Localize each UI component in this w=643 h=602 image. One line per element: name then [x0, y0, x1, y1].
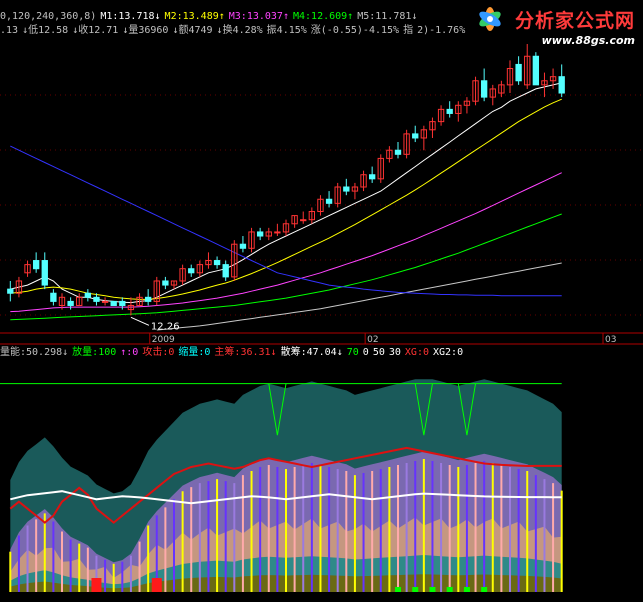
signal-marker: [429, 587, 436, 592]
watermark-title: 分析家公式网: [514, 10, 635, 32]
low-annotation-label: 12.26: [151, 321, 180, 332]
chart-stage: 2009 02 03 12.26: [0, 44, 643, 592]
ma-line-m1: [10, 82, 562, 304]
quote-header: .13 ↓低12.58 ↓收12.71 ↓量36960 ↓额4749 ↓换4.28% 振4.…: [0, 24, 469, 37]
indicator-value-2: ↑:0: [120, 347, 139, 358]
candle-body: [515, 63, 522, 82]
signal-marker: [395, 587, 401, 592]
watermark-logo: [479, 7, 501, 31]
candle-body: [188, 268, 195, 274]
indicator-value-8: 0: [362, 347, 369, 358]
candle-body: [480, 80, 488, 98]
candle-body: [93, 296, 100, 302]
signal-marker: [446, 587, 453, 592]
candle-body: [101, 300, 109, 303]
candle-body: [222, 264, 229, 278]
candle-body: [300, 219, 307, 222]
candle-body: [239, 243, 247, 249]
indicator-value-9: 50: [372, 347, 385, 358]
candle-body: [325, 198, 333, 204]
candle-body: [84, 292, 92, 298]
ma-value-3: M3:13.037↑: [228, 11, 289, 22]
quote-value-8: 指: [403, 25, 414, 36]
candle-body: [532, 55, 540, 86]
ma-value-0: 0,120,240,360,8): [0, 11, 97, 22]
ma-line-m5: [156, 262, 562, 331]
indicator-value-4: 缩量:0: [178, 347, 211, 358]
ma-header: 0,120,240,360,8) M1:13.718↓ M2:13.489↑ M3:1…: [0, 10, 421, 23]
indicator-value-0: 量能:50.298↓: [0, 347, 69, 358]
candle-body: [7, 288, 14, 294]
ma-line-m2: [10, 98, 562, 300]
x-tick-label: 02: [367, 335, 378, 345]
candle-body: [343, 186, 350, 192]
candle-body: [394, 149, 402, 155]
quote-value-5: ↓换4.28%: [216, 25, 263, 36]
ma-value-4: M4:12.609↑: [292, 11, 354, 22]
quote-value-0: .13: [0, 25, 19, 36]
candle-body: [256, 231, 264, 237]
ma-value-5: M5:11.781↓: [357, 11, 418, 22]
quote-value-7: 涨(-0.55)-4.15%: [310, 25, 400, 36]
candle-body: [446, 108, 453, 114]
signal-marker: [481, 587, 488, 592]
low-annotation-arrow: [130, 316, 150, 326]
candle-body: [41, 260, 48, 286]
indicator-value-6: 散筹:47.04↓: [280, 347, 343, 358]
candle-body: [67, 300, 74, 306]
candle-body: [119, 300, 126, 306]
quote-value-1: ↓低12.58: [22, 25, 69, 36]
candle-body: [32, 260, 40, 270]
signal-marker: [463, 587, 470, 592]
indicator-value-11: XG:0: [404, 347, 429, 358]
quote-value-4: ↓额4749: [172, 25, 213, 36]
signal-block: [151, 578, 162, 592]
ma-line-m3: [10, 172, 562, 313]
watermark-url: www.88gs.com: [541, 34, 635, 47]
indicator-value-3: 攻击:0: [142, 347, 175, 358]
indicator-value-5: 主筹:36.31↓: [214, 347, 277, 358]
indicator-value-1: 放量:100: [72, 347, 117, 358]
indicator-header: 量能:50.298↓ 放量:100 ↑:0 攻击:0 缩量:0 主筹:36.31↓ 散筹:4…: [0, 346, 467, 359]
x-tick-label: 03: [605, 335, 616, 345]
candle-body: [412, 133, 419, 139]
candle-body: [213, 260, 221, 266]
signal-block: [91, 578, 102, 592]
indicator-value-10: 30: [388, 347, 401, 358]
quote-value-2: ↓收12.71: [72, 25, 119, 36]
candle-body: [50, 292, 57, 302]
candle-body: [274, 231, 281, 234]
quote-value-9: 2)-1.76%: [417, 25, 466, 36]
candle-body: [110, 300, 117, 306]
signal-marker: [412, 587, 419, 592]
quote-value-3: ↓量36960: [122, 25, 169, 36]
watermark: 分析家公式网 www.88gs.com: [479, 6, 635, 47]
indicator-value-12: XG2:0: [433, 347, 464, 358]
candle-body: [144, 296, 152, 302]
x-tick-label: 2009: [152, 335, 175, 345]
candle-body: [368, 174, 376, 180]
ma-value-1: M1:13.718↓: [100, 11, 161, 22]
ma-value-2: M2:13.489↑: [164, 11, 225, 22]
indicator-value-7: 70: [346, 347, 359, 358]
candle-body: [162, 280, 169, 286]
candle-body: [558, 76, 565, 94]
quote-value-6: 振4.15%: [266, 25, 307, 36]
